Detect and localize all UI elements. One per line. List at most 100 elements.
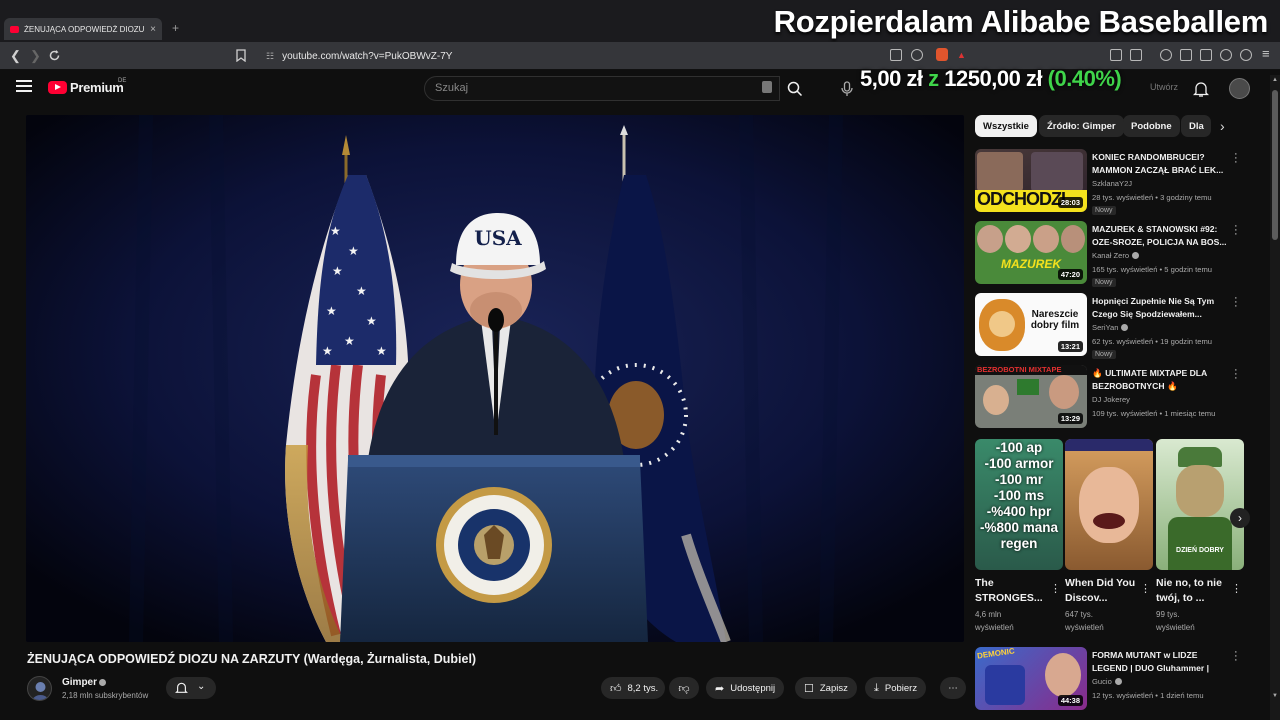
chip-for-you[interactable]: Dla	[1181, 115, 1211, 137]
recommendation-item[interactable]: BEZROBOTNI MIXTAPE 13:29 🔥 ULTIMATE MIXT…	[975, 365, 1240, 431]
channel-name[interactable]: SzklanaY2J	[1092, 179, 1132, 188]
menu-icon[interactable]: ≡	[1262, 46, 1270, 61]
save-label: Zapisz	[819, 682, 848, 694]
extension-icon[interactable]	[1130, 49, 1142, 61]
more-vertical-icon[interactable]: · · ·	[1234, 647, 1238, 666]
dislike-button[interactable]: 👎︎	[669, 677, 699, 699]
channel-name[interactable]: DJ Jokerey	[1092, 395, 1130, 404]
video-thumbnail: ODCHODZI 28:03	[975, 149, 1087, 212]
subscription-notifications-button[interactable]: ⌄	[166, 677, 216, 699]
verified-icon	[1121, 324, 1129, 331]
media-icon[interactable]	[1160, 49, 1172, 61]
youtube-premium-logo[interactable]: Premium DE	[48, 78, 126, 95]
like-button[interactable]: 👍︎ 8,2 tys.	[601, 677, 665, 699]
reload-icon[interactable]	[48, 49, 61, 62]
page-scrollbar[interactable]: ▲ ▼	[1270, 75, 1280, 720]
scroll-down-icon[interactable]: ▼	[1272, 693, 1278, 699]
more-actions-button[interactable]: ⋯	[940, 677, 966, 699]
extension-icon[interactable]	[1110, 49, 1122, 61]
more-vertical-icon[interactable]: · · ·	[1234, 293, 1238, 312]
brave-shield-icon[interactable]	[936, 48, 948, 61]
share-icon[interactable]	[911, 49, 923, 61]
short-item[interactable]: -100 ap -100 armor -100 mr -100 ms -%400…	[975, 439, 1063, 636]
channel-name[interactable]: Gucio	[1092, 677, 1122, 686]
wallet-icon[interactable]	[1200, 49, 1212, 61]
video-player[interactable]: ★ ★ ★ ★ ★ ★ ★ ★ ★ USA	[26, 115, 964, 642]
create-button[interactable]: Utwórz	[1150, 82, 1178, 92]
new-tab-button[interactable]: +	[172, 21, 179, 35]
brave-rewards-icon[interactable]: ▲	[957, 50, 966, 60]
shorts-next-button[interactable]: ›	[1230, 508, 1250, 528]
more-vertical-icon[interactable]: ⋮	[1050, 582, 1061, 595]
search-input[interactable]: Szukaj	[424, 76, 780, 101]
bell-icon	[175, 682, 188, 693]
vpn-icon[interactable]	[1220, 49, 1232, 61]
share-arrow-icon: ➦	[715, 682, 725, 695]
view-count: 12 tys. wyświetleń • 1 dzień temu	[1092, 691, 1204, 700]
site-info-icon[interactable]: ☷	[266, 51, 274, 62]
more-vertical-icon[interactable]: · · ·	[1234, 365, 1238, 384]
short-title: When Did You Discov...	[1065, 577, 1136, 604]
video-title: ŻENUJĄCA ODPOWIEDŹ DIOZU NA ZARZUTY (War…	[27, 652, 477, 666]
verified-icon	[1114, 678, 1122, 685]
short-item[interactable]: When Did You Discov... 647 tys. wyświetl…	[1065, 439, 1153, 636]
channel-name-text: Gucio	[1092, 677, 1112, 686]
recommendation-item[interactable]: Nareszcie dobry film 13:21 Hopnięci Zupe…	[975, 293, 1240, 359]
chip-all[interactable]: Wszystkie	[975, 115, 1037, 137]
chip-related[interactable]: Podobne	[1123, 115, 1180, 137]
share-button[interactable]: ➦ Udostępnij	[706, 677, 785, 699]
sidebar-icon[interactable]	[1180, 49, 1192, 61]
recommendation-item[interactable]: MAZUREK 47:20 MAZUREK & STANOWSKI #92: O…	[975, 221, 1240, 287]
chevron-down-icon: ⌄	[197, 681, 206, 692]
save-button[interactable]: ☐ Zapisz	[795, 677, 857, 699]
thumbs-down-icon: 👎︎	[678, 682, 690, 695]
more-vertical-icon[interactable]: · · ·	[1234, 149, 1238, 168]
guide-menu-icon[interactable]	[16, 80, 32, 94]
recommendation-item[interactable]: DEMONIC 44:38 FORMA MUTANT w LIDZE LEGEN…	[975, 647, 1240, 713]
video-title: KONIEC RANDOMBRUCEI? MAMMON ZACZĄŁ BRAĆ …	[1092, 152, 1224, 175]
youtube-logo-icon	[48, 81, 67, 94]
channel-name[interactable]: Kanał Zero	[1092, 251, 1140, 260]
bookmark-icon[interactable]	[236, 49, 246, 62]
svg-text:★: ★	[376, 344, 387, 358]
thumbnail-text: Nareszcie dobry film	[1030, 309, 1080, 331]
duration: 47:20	[1057, 269, 1083, 280]
back-icon[interactable]: ❮	[10, 48, 21, 64]
more-vertical-icon[interactable]: ⋮	[1231, 582, 1242, 595]
microphone-icon[interactable]	[840, 81, 854, 97]
scroll-up-icon[interactable]: ▲	[1272, 77, 1278, 83]
short-thumb-line: DZIEŃ DOBRY	[1176, 547, 1224, 554]
keyboard-icon[interactable]	[762, 81, 772, 93]
short-thumb-line: -100 mr	[994, 472, 1044, 487]
more-vertical-icon[interactable]: · · ·	[1234, 221, 1238, 240]
browser-tab-bar: ŻENUJĄCA ODPOWIEDŹ DIOZU × + Rozpierdala…	[0, 0, 1280, 42]
search-icon[interactable]	[787, 81, 803, 97]
channel-name[interactable]: SeriYan	[1092, 323, 1129, 332]
download-icon: ⤓	[874, 681, 879, 694]
cast-icon[interactable]	[890, 49, 902, 61]
download-button[interactable]: ⤓ Pobierz	[865, 677, 927, 699]
view-count: 62 tys. wyświetleń • 19 godzin temu	[1092, 337, 1212, 346]
thumbnail-text: ODCHODZI	[977, 189, 1066, 209]
url-field[interactable]: ☷ youtube.com/watch?v=PukOBWvZ-7Y	[256, 46, 976, 66]
video-thumbnail: BEZROBOTNI MIXTAPE 13:29	[975, 365, 1087, 428]
chip-source[interactable]: Źródło: Gimper	[1039, 115, 1124, 137]
browser-tab-active[interactable]: ŻENUJĄCA ODPOWIEDŹ DIOZU ×	[4, 18, 162, 40]
video-title: 🔥 ULTIMATE MIXTAPE DLA BEZROBOTNYCH 🔥	[1092, 368, 1207, 391]
more-vertical-icon[interactable]: ⋮	[1140, 582, 1151, 595]
recommendation-item[interactable]: ODCHODZI 28:03 KONIEC RANDOMBRUCEI? MAMM…	[975, 149, 1240, 215]
view-count: 165 tys. wyświetleń • 5 godzin temu	[1092, 265, 1212, 274]
view-count: 109 tys. wyświetleń • 1 miesiąc temu	[1092, 409, 1216, 418]
channel-name[interactable]: Gimper	[62, 677, 97, 688]
short-item[interactable]: DZIEŃ DOBRY Nie no, to nie twój, to ... …	[1156, 439, 1244, 636]
notifications-bell-icon[interactable]	[1193, 80, 1209, 98]
scrollbar-thumb[interactable]	[1272, 90, 1278, 240]
channel-avatar[interactable]	[27, 676, 52, 701]
user-avatar[interactable]	[1229, 78, 1250, 99]
chevron-right-icon[interactable]: ›	[1220, 118, 1225, 134]
forward-icon[interactable]: ❯	[30, 48, 41, 64]
tab-close-icon[interactable]: ×	[150, 24, 156, 35]
donation-percent: (0.40%)	[1047, 66, 1122, 91]
short-title: Nie no, to nie twój, to ...	[1156, 577, 1222, 604]
leo-icon[interactable]	[1240, 49, 1252, 61]
